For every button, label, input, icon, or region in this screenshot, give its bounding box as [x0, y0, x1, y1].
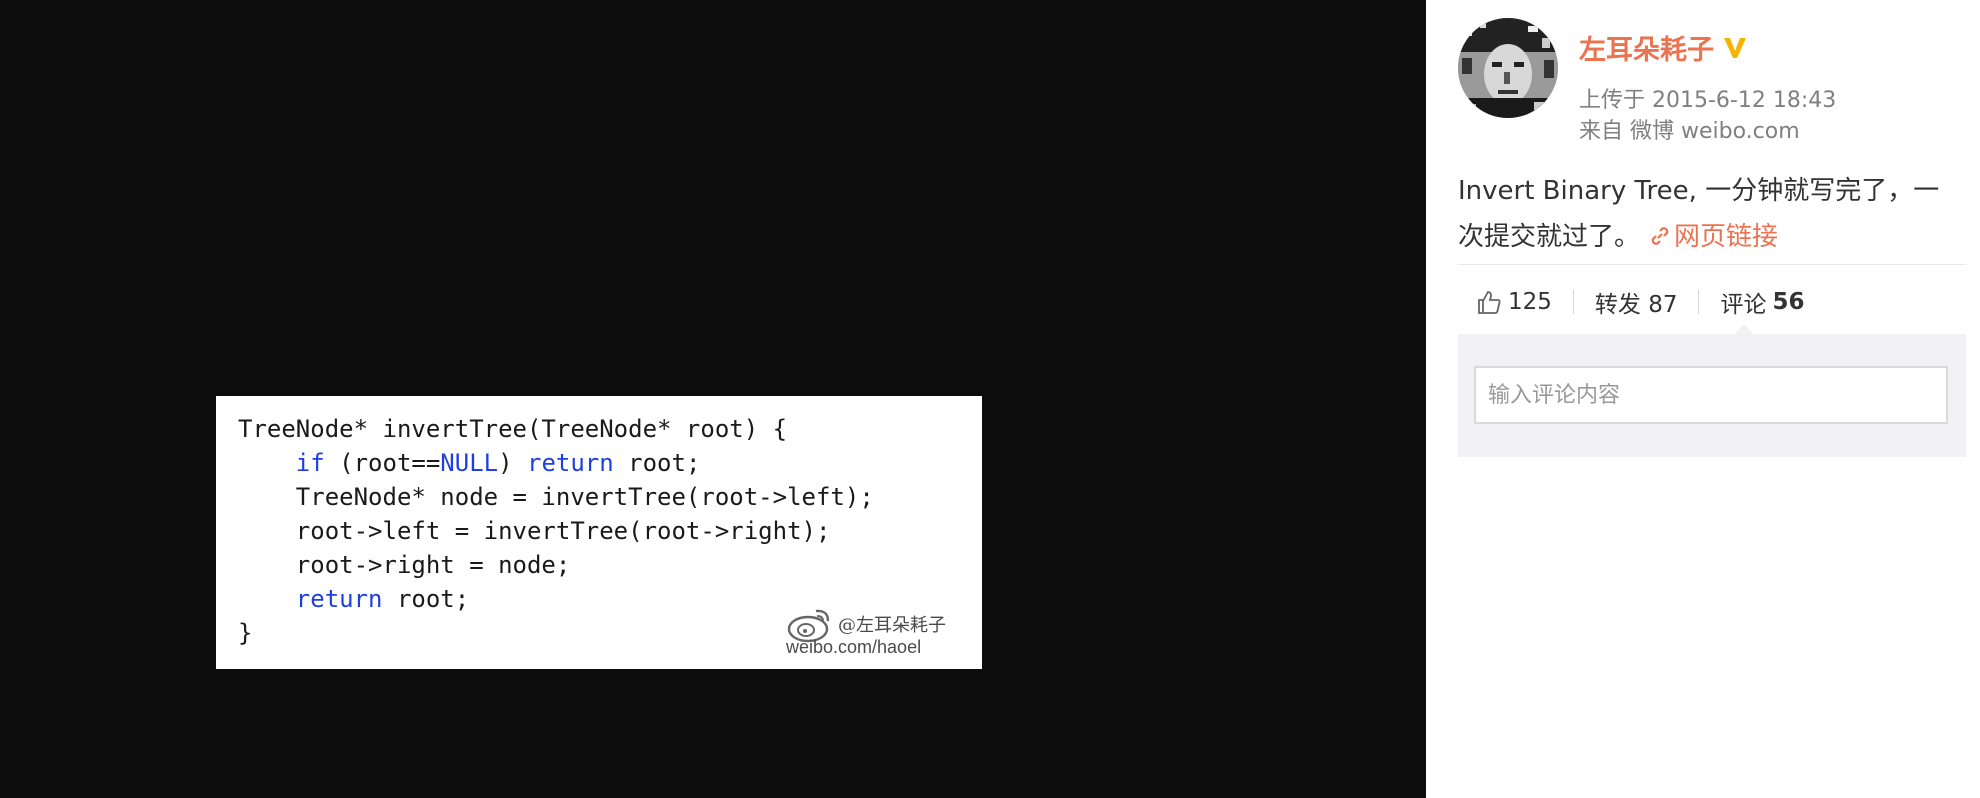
code-screenshot-image[interactable]: TreeNode* invertTree(TreeNode* root) { i… [216, 396, 982, 669]
code-text: root; [613, 449, 701, 477]
like-count: 125 [1508, 289, 1552, 315]
code-text: } [238, 619, 253, 647]
web-link[interactable]: 网页链接 [1648, 222, 1778, 252]
comment-box [1458, 324, 1966, 457]
code-text: (root== [324, 449, 441, 477]
comment-button[interactable]: 评论 56 [1720, 285, 1804, 319]
avatar-portrait-icon [1458, 18, 1558, 118]
repost-button[interactable]: 转发 87 [1595, 285, 1678, 319]
web-link-label: 网页链接 [1674, 222, 1779, 252]
code-text: TreeNode* invertTree(TreeNode* root) { [238, 415, 788, 443]
code-text: TreeNode* node = invertTree(root->left); [238, 483, 874, 511]
code-line: root->left = invertTree(root->right); [238, 514, 982, 548]
comment-count: 56 [1772, 289, 1805, 315]
action-separator [1572, 290, 1574, 314]
action-bar: 125 转发 87 评论 56 [1476, 284, 1805, 320]
code-text: root->right = node; [238, 551, 571, 579]
code-text: root; [382, 585, 470, 613]
comment-label: 评论 [1720, 292, 1767, 318]
link-icon [1651, 227, 1669, 245]
username-row: 左耳朵耗子 [1579, 28, 1748, 67]
code-line: root->right = node; [238, 548, 982, 582]
post-source: 来自 微博 weibo.com [1579, 119, 1800, 144]
code-line: TreeNode* invertTree(TreeNode* root) { [238, 412, 982, 446]
action-separator [1698, 290, 1700, 314]
watermark-url: weibo.com/haoel [786, 637, 922, 657]
comment-box-pointer [1734, 324, 1754, 334]
avatar[interactable] [1458, 18, 1558, 118]
username[interactable]: 左耳朵耗子 [1579, 28, 1714, 67]
post-side-panel: 左耳朵耗子 上传于 2015-6-12 18:43 来自 微博 weibo.co… [1426, 0, 1980, 798]
code-line: TreeNode* node = invertTree(root->left); [238, 480, 982, 514]
code-keyword: return [527, 449, 614, 477]
upload-time: 上传于 2015-6-12 18:43 [1579, 88, 1837, 113]
code-text: root->left = invertTree(root->right); [238, 517, 831, 545]
repost-label: 转发 87 [1594, 292, 1678, 318]
verified-v-icon [1724, 37, 1746, 58]
code-keyword: if [295, 449, 325, 477]
code-keyword: NULL [440, 449, 499, 477]
code-text: ) [498, 449, 527, 477]
image-viewer: TreeNode* invertTree(TreeNode* root) { i… [0, 0, 1426, 798]
weibo-watermark: @左耳朵耗子 weibo.com/haoel [786, 601, 972, 661]
divider [1458, 264, 1966, 265]
thumbs-up-icon [1478, 291, 1501, 314]
code-line: if (root==NULL) return root; [238, 446, 982, 480]
watermark-name: @左耳朵耗子 [838, 615, 946, 636]
comment-input[interactable] [1474, 366, 1948, 424]
like-button[interactable]: 125 [1476, 289, 1552, 315]
code-keyword: return [295, 585, 383, 613]
post-content: Invert Binary Tree, 一分钟就写完了，一次提交就过了。 网页链接 [1458, 168, 1958, 260]
